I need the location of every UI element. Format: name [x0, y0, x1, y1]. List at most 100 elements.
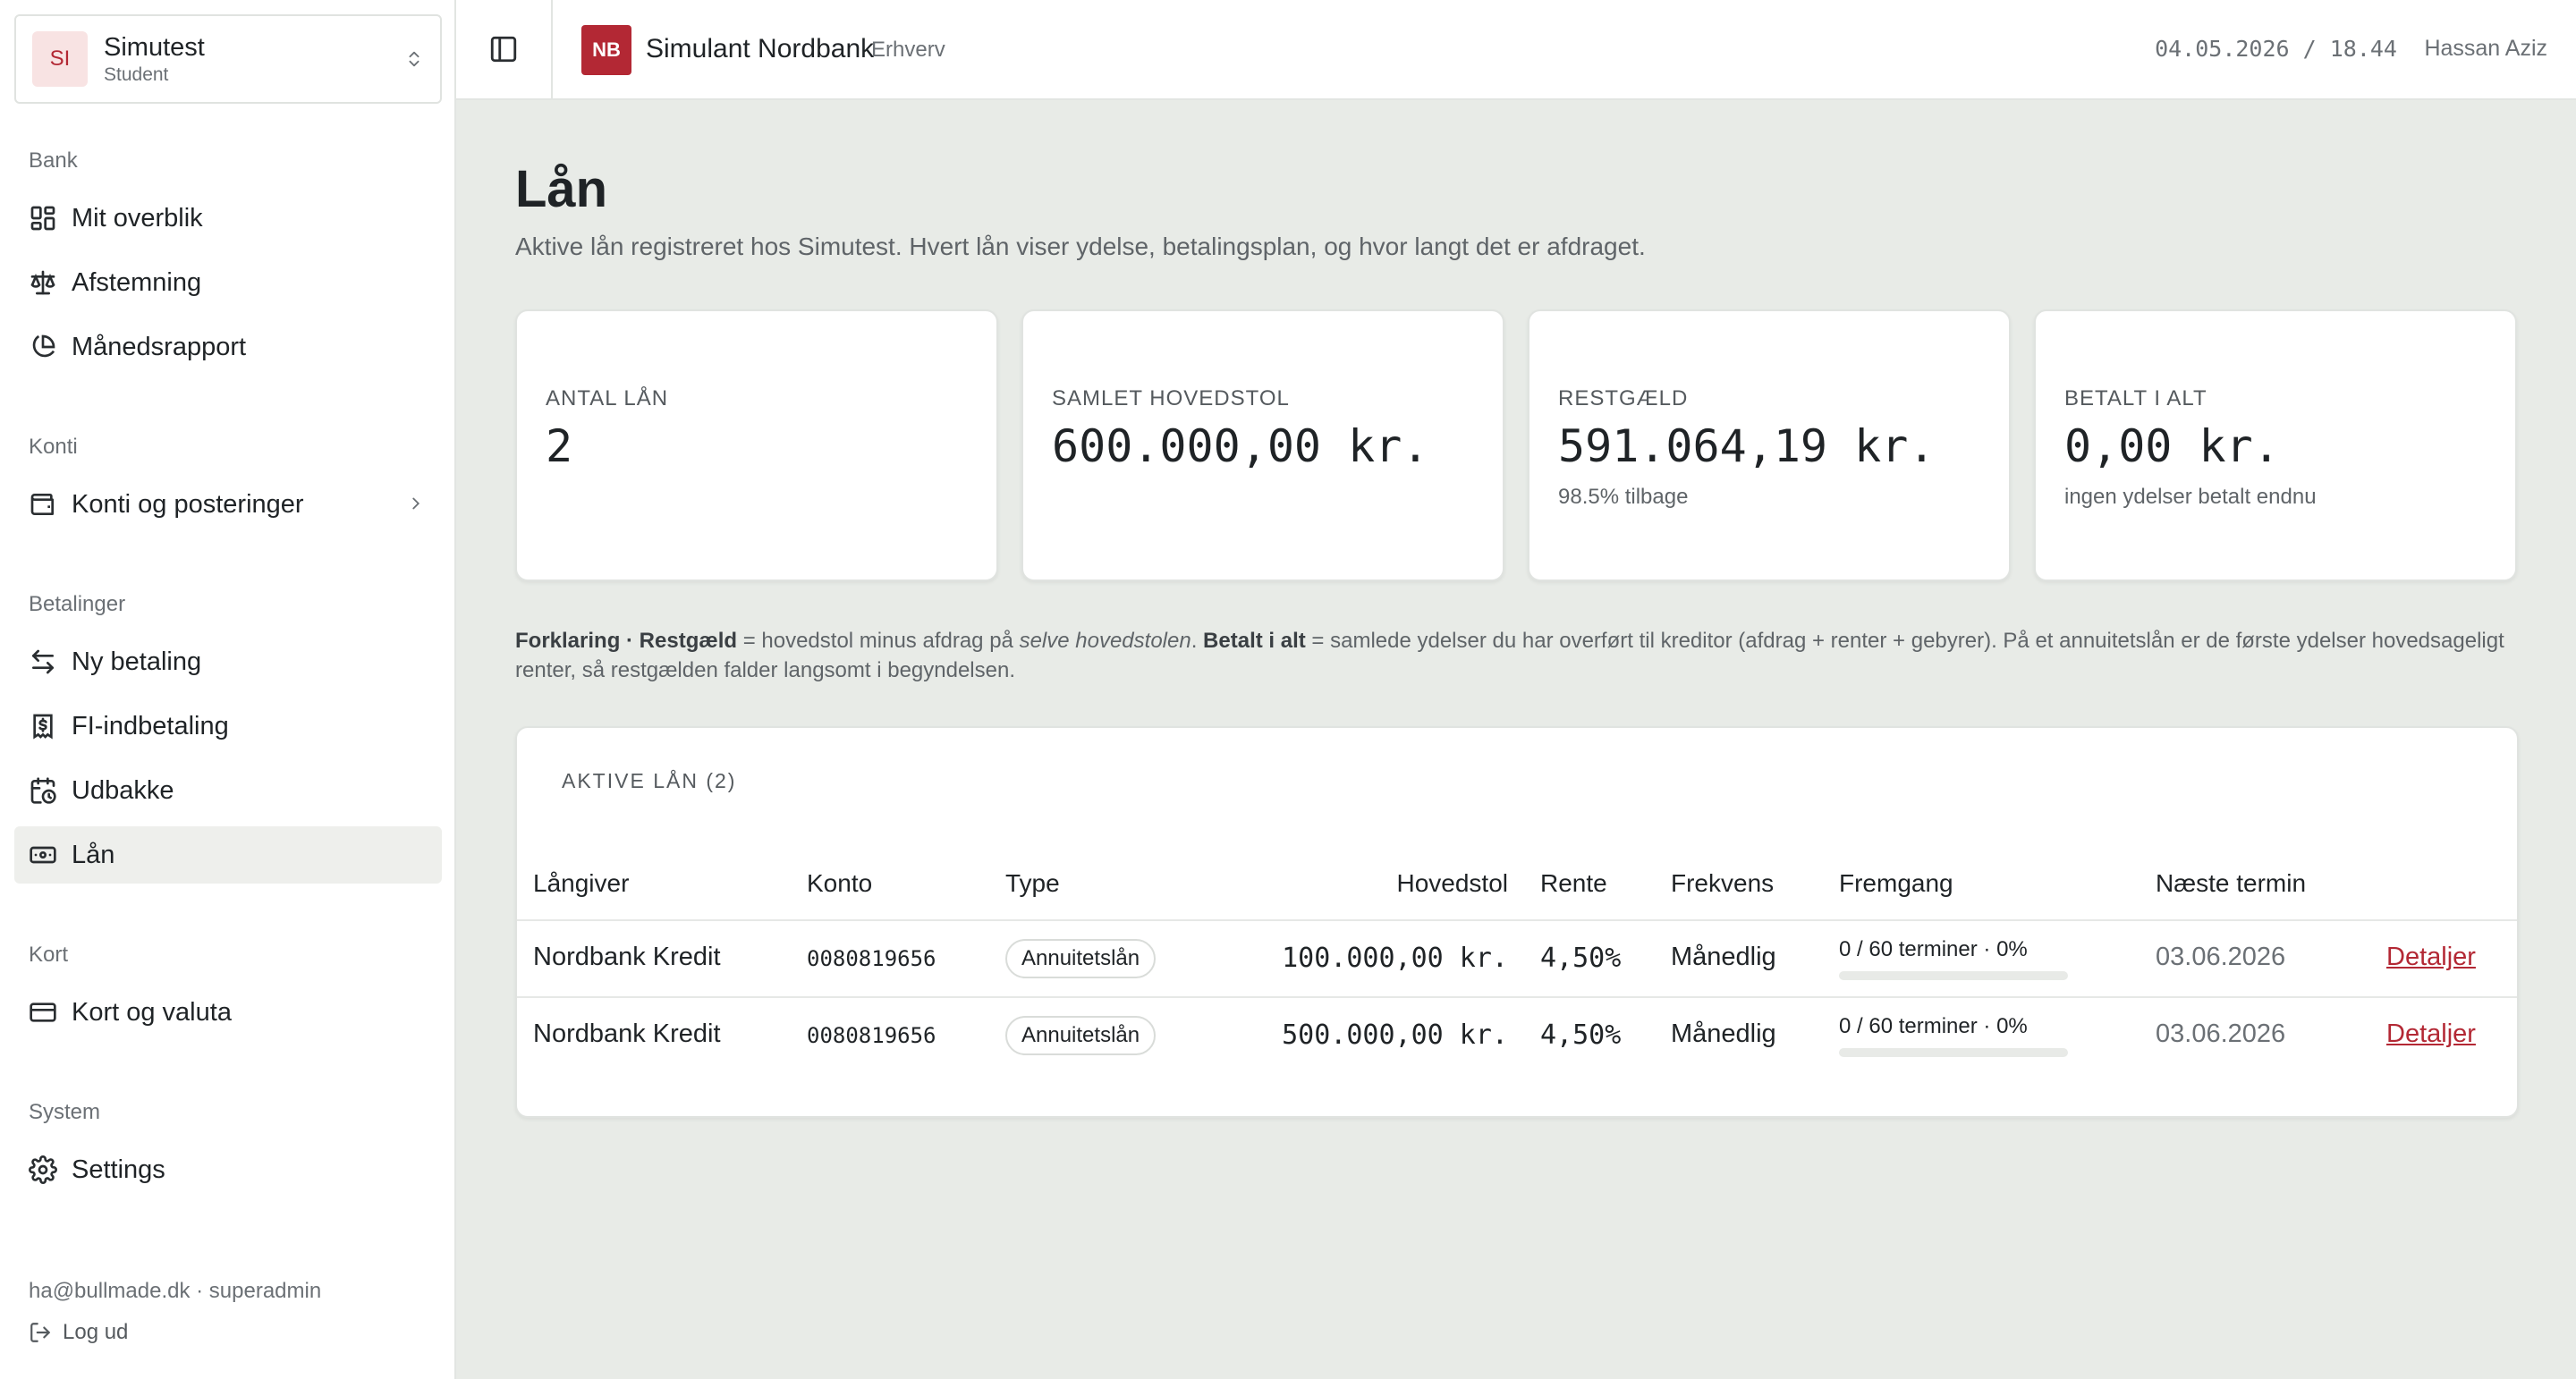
sidebar-item-label: Afstemning: [72, 267, 202, 297]
sidebar-item-fi-payment[interactable]: FI-indbetaling: [14, 698, 442, 755]
stat-label: SAMLET HOVEDSTOL: [1052, 386, 1290, 410]
progress-bar: [1839, 971, 2068, 980]
gear-icon: [29, 1155, 57, 1184]
nav-group-cards: Kort: [29, 943, 69, 967]
column-header-principal: Hovedstol: [1396, 869, 1508, 897]
sidebar-item-outbox[interactable]: Udbakke: [14, 762, 442, 819]
scale-icon: [30, 270, 55, 295]
progress-label: 0 / 60 terminer · 0%: [1839, 937, 2028, 961]
sidebar-item-settings[interactable]: Settings: [14, 1141, 442, 1198]
sidebar-item-cards[interactable]: Kort og valuta: [14, 984, 442, 1041]
sidebar-item-label: Udbakke: [72, 775, 174, 805]
wallet-icon: [30, 494, 54, 515]
panel-left-icon: [490, 36, 517, 63]
receipt-dollar-icon: [33, 714, 53, 740]
sidebar-item-accounts[interactable]: Konti og posteringer: [14, 476, 442, 533]
nav-group-system: System: [29, 1100, 101, 1124]
column-header-lender: Långiver: [533, 869, 630, 897]
stat-note: 98.5% tilbage: [1558, 485, 1689, 509]
sidebar-item-label: FI-indbetaling: [72, 711, 229, 740]
stat-card-remaining-debt: RESTGÆLD 591.064,19 kr. 98.5% tilbage: [1528, 309, 2011, 581]
nav-group-bank: Bank: [29, 148, 78, 173]
pie-chart-icon: [32, 334, 55, 358]
row-divider: [517, 919, 2517, 921]
loan-type-badge: Annuitetslån: [1005, 1016, 1157, 1055]
sidebar-toggle-button[interactable]: [456, 0, 553, 98]
cell-account: 0080819656: [807, 1023, 936, 1048]
section-title: AKTIVE LÅN (2): [562, 769, 737, 792]
credit-card-icon: [30, 1003, 56, 1022]
stat-card-total-paid: BETALT I ALT 0,00 kr. ingen ydelser beta…: [2034, 309, 2517, 581]
stat-label: ANTAL LÅN: [546, 386, 669, 410]
page-title: Lån: [515, 160, 608, 218]
explanation-term-restgaeld: Forklaring · Restgæld: [515, 629, 738, 653]
org-text: Simutest Student: [104, 33, 404, 86]
sidebar-item-label: Ny betaling: [72, 647, 202, 676]
org-name: Simutest: [104, 32, 205, 62]
column-header-rate: Rente: [1540, 869, 1607, 897]
nav-group-accounts: Konti: [29, 435, 78, 459]
stat-value: 2: [546, 420, 573, 472]
cell-principal: 500.000,00 kr.: [1282, 1019, 1508, 1051]
explanation-part: .: [1191, 629, 1204, 653]
sidebar-item-label: Kort og valuta: [72, 997, 232, 1027]
explanation-emphasis: selve hovedstolen: [1019, 629, 1191, 653]
org-role: Student: [104, 63, 169, 85]
column-header-progress: Fremgang: [1839, 869, 1953, 897]
stat-note: ingen ydelser betalt endnu: [2064, 485, 2317, 509]
nav-group-payments: Betalinger: [29, 592, 126, 616]
sidebar-item-reconcile[interactable]: Afstemning: [14, 254, 442, 311]
sidebar-item-new-payment[interactable]: Ny betaling: [14, 633, 442, 690]
stat-label: BETALT I ALT: [2064, 386, 2207, 410]
org-switcher[interactable]: SI Simutest Student: [14, 14, 442, 104]
sidebar-item-overview[interactable]: Mit overblik: [14, 190, 442, 247]
sidebar: SI Simutest Student Bank Mit overblik Af…: [0, 0, 456, 1379]
stat-label: RESTGÆLD: [1558, 386, 1689, 410]
stat-value: 0,00 kr.: [2064, 420, 2280, 472]
progress-label: 0 / 60 terminer · 0%: [1839, 1014, 2028, 1038]
loan-details-link[interactable]: Detaljer: [2386, 1019, 2476, 1049]
sidebar-item-monthly-report[interactable]: Månedsrapport: [14, 318, 442, 376]
cell-frequency: Månedlig: [1671, 943, 1776, 971]
bank-segment: Erhverv: [871, 38, 945, 62]
bank-logo: NB: [581, 25, 631, 75]
logout-label: Log ud: [63, 1320, 129, 1344]
cell-principal: 100.000,00 kr.: [1282, 943, 1508, 974]
progress-bar: [1839, 1048, 2068, 1057]
layout-grid-icon: [30, 206, 55, 231]
banknote-icon: [30, 846, 56, 864]
bank-name: Simulant Nordbank: [646, 34, 875, 63]
org-avatar: SI: [32, 31, 88, 87]
stat-value: 591.064,19 kr.: [1558, 420, 1936, 472]
stat-card-loan-count: ANTAL LÅN 2: [515, 309, 998, 581]
stat-value: 600.000,00 kr.: [1052, 420, 1429, 472]
cell-next-term: 03.06.2026: [2156, 943, 2286, 971]
sidebar-item-label: Konti og posteringer: [72, 489, 304, 519]
cell-rate: 4,50%: [1540, 943, 1622, 974]
active-loans-card: AKTIVE LÅN (2) Långiver Konto Type Hoved…: [515, 726, 2519, 1118]
column-header-type: Type: [1005, 869, 1060, 897]
loan-type-badge: Annuitetslån: [1005, 939, 1157, 978]
chevrons-up-down-icon: [409, 51, 419, 67]
loan-details-link[interactable]: Detaljer: [2386, 943, 2476, 972]
sidebar-item-label: Månedsrapport: [72, 332, 247, 361]
arrows-left-right-icon: [32, 649, 54, 674]
cell-next-term: 03.06.2026: [2156, 1019, 2286, 1048]
stat-card-total-principal: SAMLET HOVEDSTOL 600.000,00 kr.: [1021, 309, 1504, 581]
log-out-icon: [30, 1323, 50, 1342]
chevron-right-icon: [412, 497, 420, 510]
logout-button[interactable]: Log ud: [29, 1320, 128, 1345]
explanation-text: Forklaring · Restgæld = hovedstol minus …: [515, 626, 2519, 685]
current-user-name: Hassan Aziz: [2424, 36, 2547, 61]
cell-account: 0080819656: [807, 946, 936, 971]
sidebar-item-loans[interactable]: Lån: [14, 826, 442, 884]
sidebar-item-label: Settings: [72, 1155, 165, 1184]
row-divider: [517, 996, 2517, 998]
signed-in-user: ha@bullmade.dk · superadmin: [29, 1279, 322, 1303]
cell-frequency: Månedlig: [1671, 1019, 1776, 1048]
cell-lender: Nordbank Kredit: [533, 943, 721, 971]
column-header-account: Konto: [807, 869, 873, 897]
explanation-term-betalt: Betalt i alt: [1203, 629, 1306, 653]
cell-rate: 4,50%: [1540, 1019, 1622, 1051]
explanation-part: = hovedstol minus afdrag på: [737, 629, 1020, 653]
